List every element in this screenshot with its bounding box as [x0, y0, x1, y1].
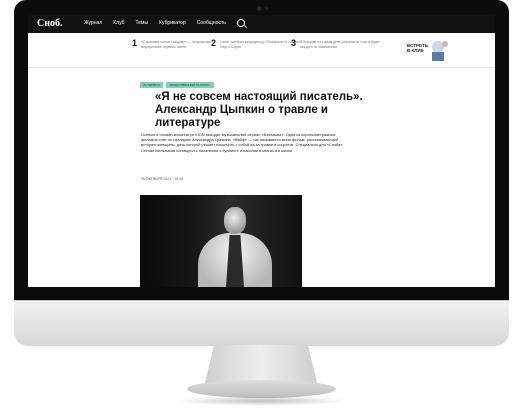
- article-title: «Я не совсем настоящий писатель». Алекса…: [155, 91, 363, 129]
- imac-monitor: Сноб. Журнал Клуб Темы Кубрикатор Сообщн…: [14, 0, 509, 346]
- trending-bar: 1 «Страховка нынче каждому» — популярные…: [28, 33, 495, 68]
- nav-item[interactable]: Темы: [136, 20, 149, 28]
- trending-number: 1: [132, 38, 138, 48]
- article-tags: Интервью Общественный интерес: [140, 82, 214, 88]
- monitor-stand: [205, 345, 317, 383]
- trending-number: 2: [211, 38, 217, 48]
- stand-shadow: [174, 396, 350, 406]
- search-icon[interactable]: [236, 19, 245, 27]
- nav-item[interactable]: Журнал: [84, 20, 102, 28]
- promo-banner[interactable]: ВСТРЕТЬ В КЛУБ: [404, 37, 450, 63]
- camera-icon: [257, 6, 262, 11]
- site-logo[interactable]: Сноб.: [37, 18, 62, 29]
- screen: Сноб. Журнал Клуб Темы Кубрикатор Сообщн…: [28, 15, 495, 287]
- trending-item[interactable]: Сенат одобрил кандидатуру Обоимского и с…: [220, 40, 302, 49]
- trending-number: 3: [291, 38, 297, 48]
- photo-face: [224, 207, 246, 234]
- promo-text: ВСТРЕТЬ В КЛУБ: [407, 43, 428, 53]
- nav-item[interactable]: Клуб: [113, 20, 124, 28]
- tag-badge[interactable]: Интервью: [140, 82, 164, 88]
- trending-item[interactable]: В Кордове на самом деле разрешили снос и…: [300, 40, 382, 49]
- main-nav: Журнал Клуб Темы Кубрикатор Сообщность: [84, 19, 245, 28]
- nav-item[interactable]: Кубрикатор: [159, 20, 186, 28]
- monitor-bezel: Сноб. Журнал Клуб Темы Кубрикатор Сообщн…: [14, 0, 509, 300]
- camera-light: [265, 7, 268, 10]
- site-header: Сноб. Журнал Клуб Темы Кубрикатор Сообщн…: [28, 15, 495, 33]
- article-date: 25 ОКТЯБРЯ 2021 · 15:25: [141, 177, 183, 181]
- article-photo: [140, 195, 302, 287]
- tag-badge[interactable]: Общественный интерес: [166, 82, 214, 88]
- article-lead: Осенью в онлайн-кинотеатре KION выходит …: [141, 132, 343, 153]
- nav-item[interactable]: Сообщность: [197, 20, 226, 28]
- monitor-chin: [14, 300, 509, 346]
